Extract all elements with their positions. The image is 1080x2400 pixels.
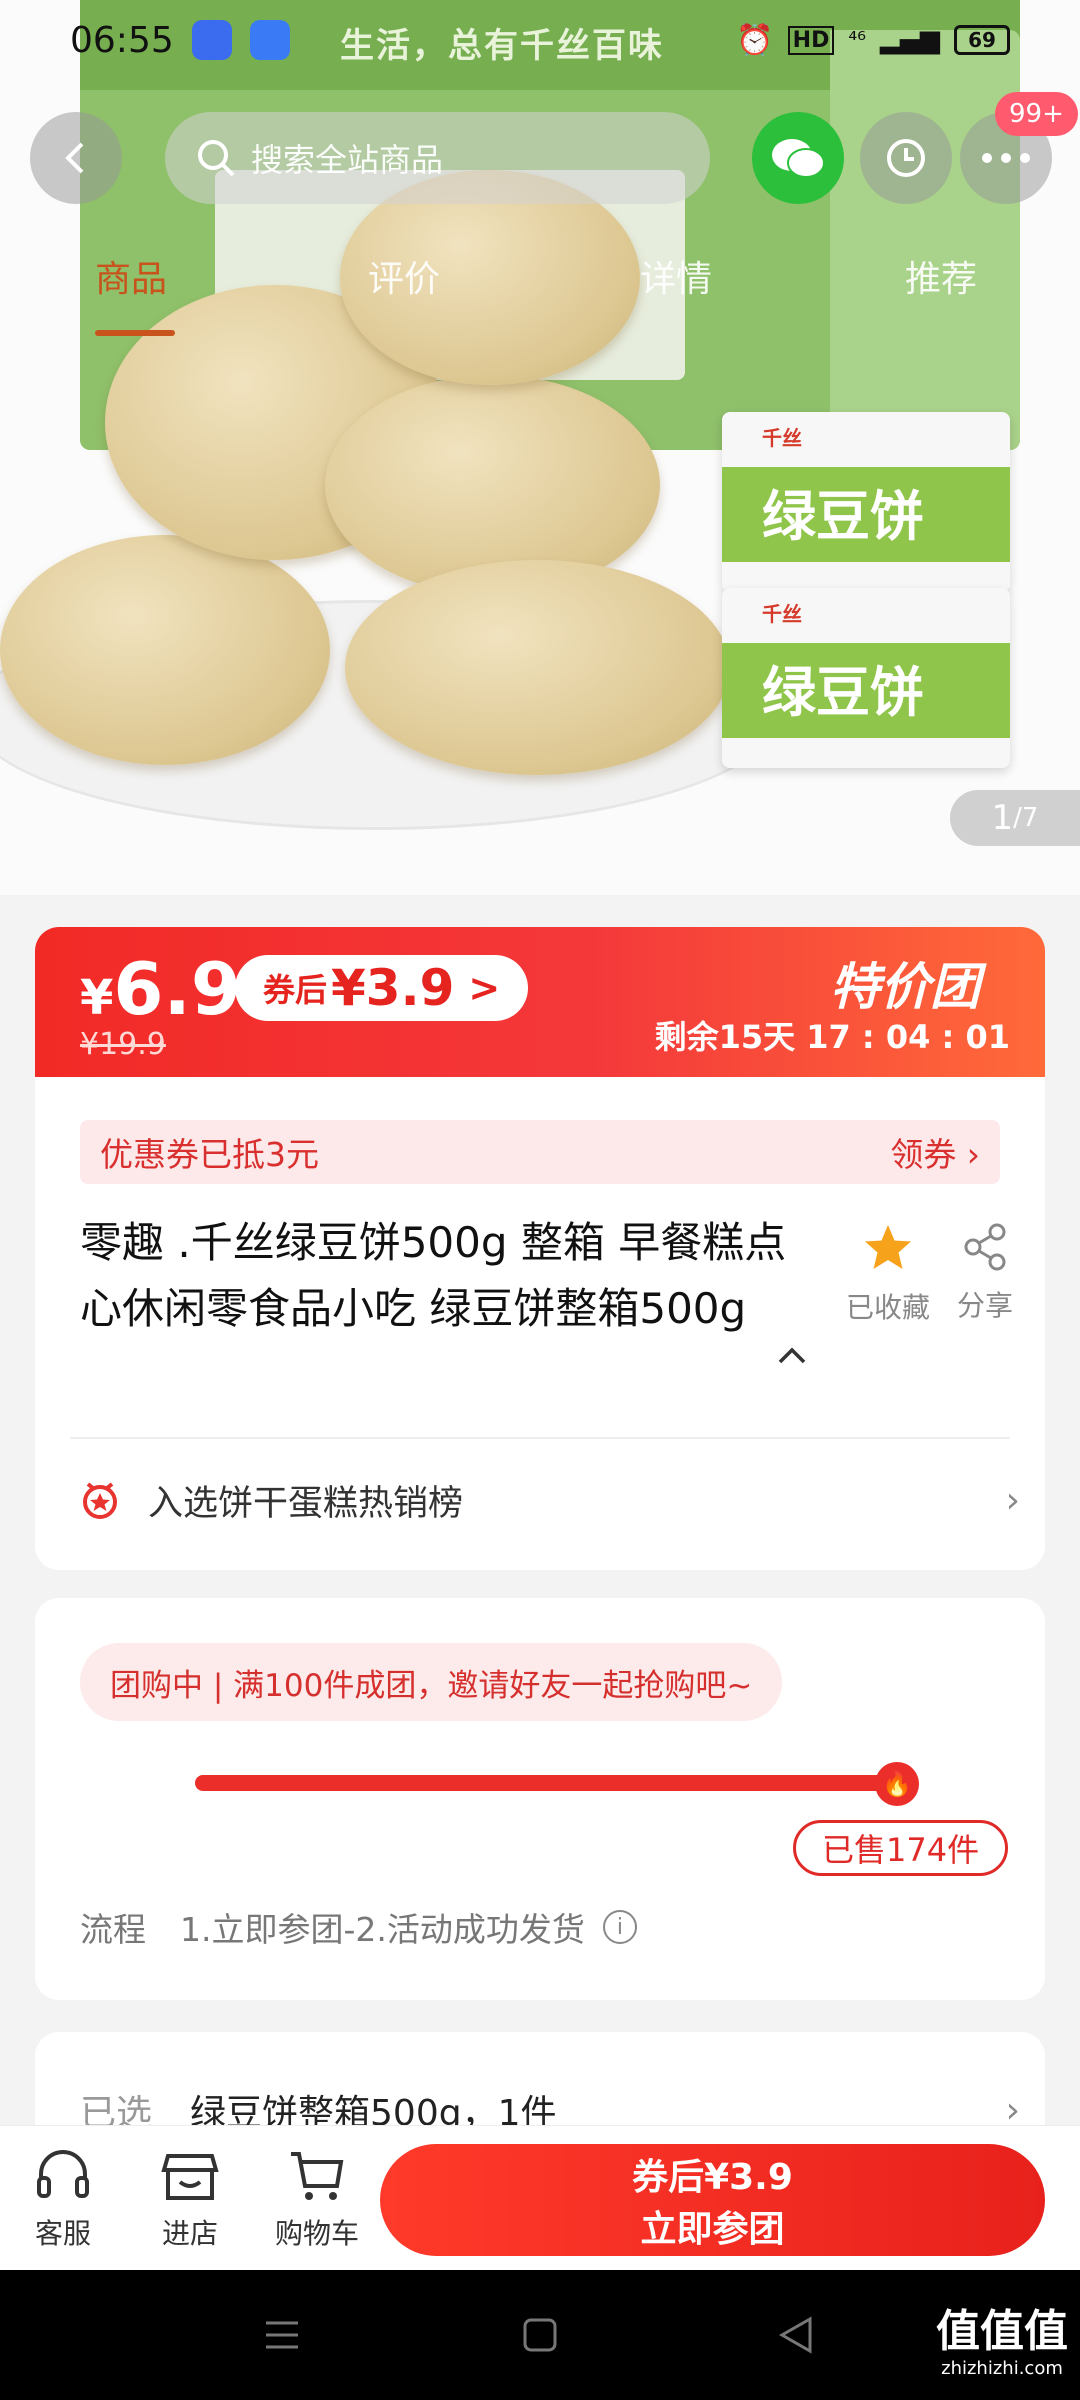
get-coupon-link[interactable]: 领券 ›	[890, 1128, 980, 1176]
tab-recommend[interactable]: 推荐	[905, 250, 977, 302]
favorite-button[interactable]: 已收藏	[828, 1222, 948, 1326]
signal-icon: ⁴⁶	[848, 27, 866, 53]
history-button[interactable]	[860, 112, 952, 204]
group-buy-tip: 团购中 | 满100件成团，邀请好友一起抢购吧~	[80, 1643, 783, 1721]
cloud-app-icon	[249, 20, 290, 60]
ranking-row[interactable]: 入选饼干蛋糕热销榜 ›	[80, 1470, 1020, 1530]
customer-service-button[interactable]: 客服	[8, 2148, 118, 2252]
message-badge: 99+	[995, 92, 1078, 136]
signal-bars-icon: ▂▄▆	[880, 25, 940, 55]
search-icon	[198, 140, 235, 177]
chevron-right-icon: ›	[1005, 1479, 1020, 1521]
tab-goods[interactable]: 商品	[95, 250, 167, 302]
group-progress-track	[195, 1775, 895, 1791]
product-pack: 千丝 绿豆饼	[722, 412, 1010, 592]
group-progress-fill	[195, 1775, 895, 1791]
promo-tag: 特价团	[830, 958, 980, 1016]
share-icon	[964, 1223, 1006, 1271]
back-arrow-icon	[65, 142, 84, 174]
favorite-label: 已收藏	[845, 1291, 930, 1324]
store-icon	[161, 2154, 219, 2200]
sold-count-badge: 已售174件	[793, 1820, 1009, 1876]
coupon-strip[interactable]: 优惠券已抵3元 领券 ›	[80, 1120, 1000, 1184]
section-tabs: 商品 评价 详情 推荐	[0, 250, 1080, 340]
image-counter: 1/7	[950, 790, 1080, 846]
coupon-applied-text: 优惠券已抵3元	[100, 1135, 319, 1174]
status-time: 06:55	[70, 19, 174, 61]
countdown-timer: 剩余15天 17 : 04 : 01	[654, 1018, 1010, 1056]
clock-icon	[887, 139, 925, 177]
info-icon[interactable]: i	[602, 1910, 637, 1944]
share-button[interactable]: 分享	[945, 1222, 1025, 1324]
hd-icon: HD	[787, 25, 835, 55]
cart-button[interactable]: 购物车	[262, 2148, 372, 2252]
process-row: 流程 1.立即参团-2.活动成功发货 i	[80, 1903, 637, 1951]
coupon-price-button[interactable]: 券后 ¥3.9 >	[235, 955, 529, 1021]
back-button[interactable]	[30, 112, 122, 204]
group-buy-card: 团购中 | 满100件成团，邀请好友一起抢购吧~ 🔥 已售174件 流程 1.立…	[35, 1598, 1045, 2000]
search-input[interactable]: 搜索全站商品	[165, 112, 710, 204]
join-group-price: 券后¥3.9	[632, 2157, 793, 2198]
tab-reviews[interactable]: 评价	[368, 250, 440, 302]
more-dots-icon	[982, 153, 1030, 163]
battery-icon: 69	[954, 25, 1010, 55]
back-icon[interactable]	[776, 2315, 816, 2355]
baidu-app-icon	[191, 20, 232, 60]
system-nav-bar	[0, 2270, 1080, 2400]
status-bar: 06:55 ⏰ HD ⁴⁶ ▂▄▆ 69	[0, 0, 1080, 80]
process-label: 流程	[80, 1910, 146, 1949]
price-banner: ¥6.9 ¥19.9 券后 ¥3.9 > 特价团 剩余15天 17 : 04 :…	[35, 927, 1045, 1077]
current-price: ¥6.9	[80, 947, 241, 1031]
store-button[interactable]: 进店	[135, 2148, 245, 2252]
join-group-label: 立即参团	[640, 2209, 785, 2250]
home-icon[interactable]	[520, 2315, 560, 2355]
star-icon	[865, 1225, 911, 1269]
product-pack: 千丝 绿豆饼	[722, 588, 1010, 768]
process-steps: 1.立即参团-2.活动成功发货	[180, 1910, 585, 1949]
menu-icon[interactable]	[262, 2315, 302, 2355]
product-info-card: 优惠券已抵3元 领券 › 零趣 .千丝绿豆饼500g 整箱 早餐糕点心休闲零食品…	[35, 1030, 1045, 1570]
tab-indicator	[95, 330, 175, 336]
search-placeholder: 搜索全站商品	[251, 141, 444, 179]
store-label: 进店	[161, 2217, 218, 2250]
tab-details[interactable]: 详情	[640, 250, 712, 302]
join-group-button[interactable]: 券后¥3.9 立即参团	[380, 2144, 1045, 2256]
chevron-right-icon: >	[468, 966, 501, 1010]
headset-icon	[37, 2150, 89, 2198]
bottom-action-bar: 客服 进店 购物车 券后¥3.9 立即参团	[0, 2125, 1080, 2270]
ranking-label: 入选饼干蛋糕热销榜	[148, 1483, 464, 1524]
service-label: 客服	[34, 2217, 91, 2250]
divider	[70, 1437, 1010, 1439]
alarm-icon: ⏰	[736, 22, 774, 58]
watermark: 值值值 zhizhizhi.com	[936, 2306, 1068, 2379]
flame-icon: 🔥	[875, 1762, 919, 1806]
collapse-chevron-icon[interactable]	[775, 1344, 809, 1366]
cart-icon	[291, 2152, 344, 2200]
cart-label: 购物车	[274, 2217, 359, 2250]
ranking-medal-icon	[83, 1482, 117, 1519]
wechat-share-button[interactable]	[752, 112, 844, 204]
share-label: 分享	[956, 1289, 1013, 1322]
product-title: 零趣 .千丝绿豆饼500g 整箱 早餐糕点心休闲零食品小吃 绿豆饼整箱500g	[80, 1218, 787, 1333]
wechat-icon	[772, 139, 825, 178]
original-price: ¥19.9	[80, 1027, 166, 1062]
